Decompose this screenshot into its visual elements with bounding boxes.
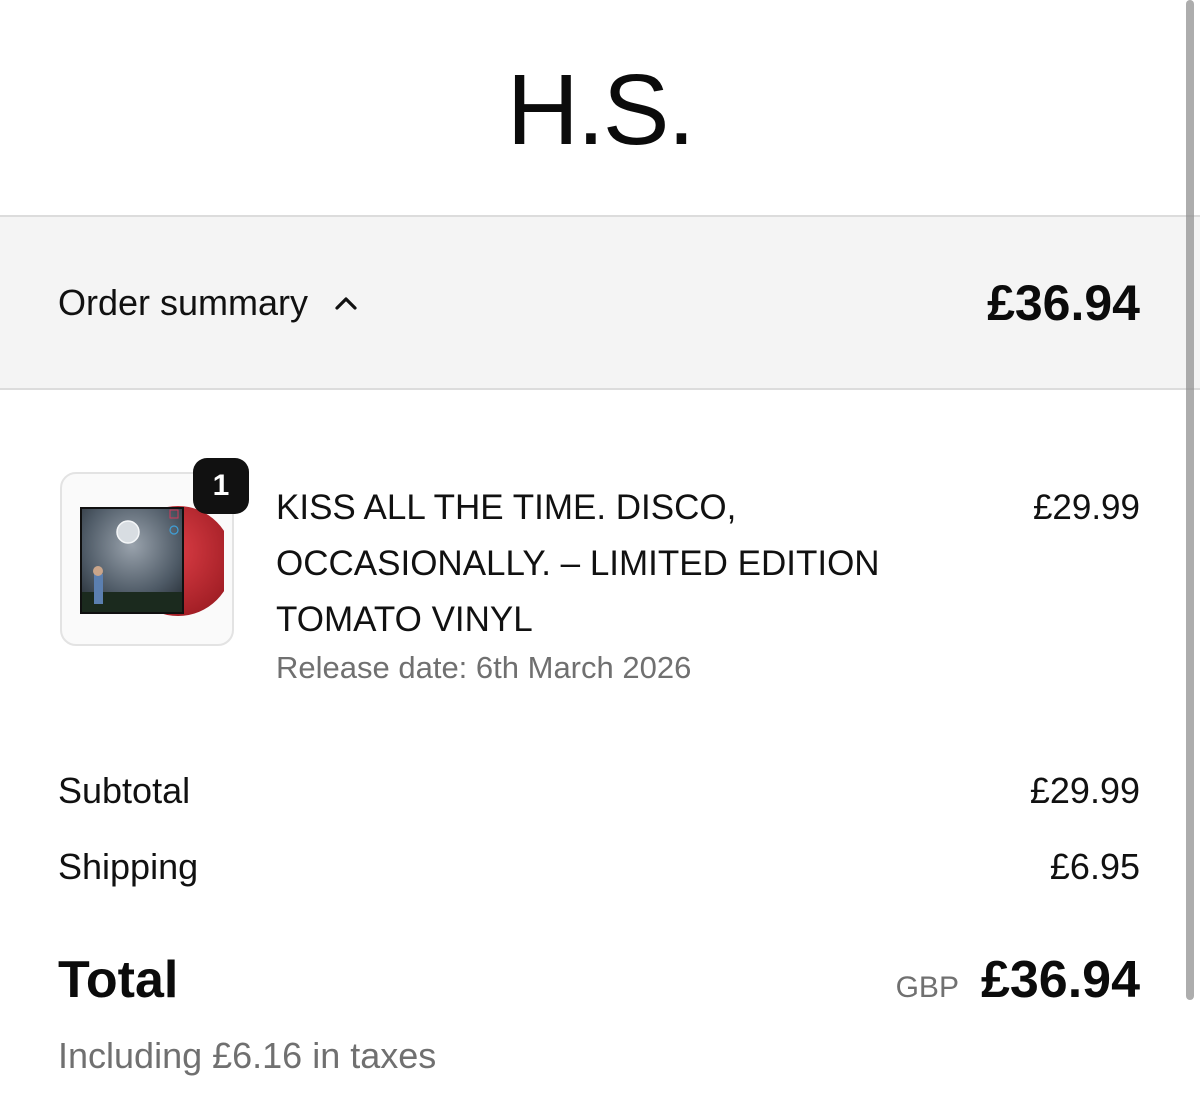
total-amount-group: GBP £36.94	[896, 950, 1140, 1010]
scrollbar[interactable]	[1186, 0, 1194, 1000]
total-label: Total	[58, 951, 179, 1009]
total-value: £36.94	[980, 951, 1140, 1009]
subtotal-label: Subtotal	[58, 770, 191, 811]
line-item: 1 KISS ALL THE TIME. DISCO, OCCASIONALLY…	[0, 458, 1200, 710]
store-logo[interactable]: H.S.	[507, 60, 695, 160]
release-date: Release date: 6th March 2026	[276, 650, 692, 685]
shipping-label: Shipping	[58, 846, 199, 887]
header: H.S.	[0, 0, 1200, 215]
subtotal-row: Subtotal £29.99	[58, 770, 1140, 812]
order-summary-label: Order summary	[58, 281, 309, 323]
order-summary-total: £36.94	[987, 274, 1140, 331]
total-row: Total GBP £36.94	[58, 950, 1140, 1010]
order-summary-toggle[interactable]: Order summary	[58, 217, 360, 388]
quantity-badge: 1	[193, 458, 249, 514]
taxes-note: Including £6.16 in taxes	[58, 1035, 437, 1076]
product-title: KISS ALL THE TIME. DISCO, OCCASIONALLY. …	[276, 488, 880, 639]
chevron-up-icon[interactable]	[332, 293, 360, 313]
subtotal-value: £29.99	[1029, 770, 1140, 811]
shipping-value: £6.95	[1049, 846, 1140, 887]
checkout-page: H.S. Order summary £36.94 1 KISS ALL THE…	[0, 0, 1200, 1102]
line-item-price: £29.99	[1032, 488, 1140, 527]
order-summary-bar[interactable]: Order summary £36.94	[0, 215, 1200, 390]
shipping-row: Shipping £6.95	[58, 846, 1140, 888]
album-artwork	[80, 506, 224, 616]
currency-code: GBP	[895, 971, 959, 1004]
